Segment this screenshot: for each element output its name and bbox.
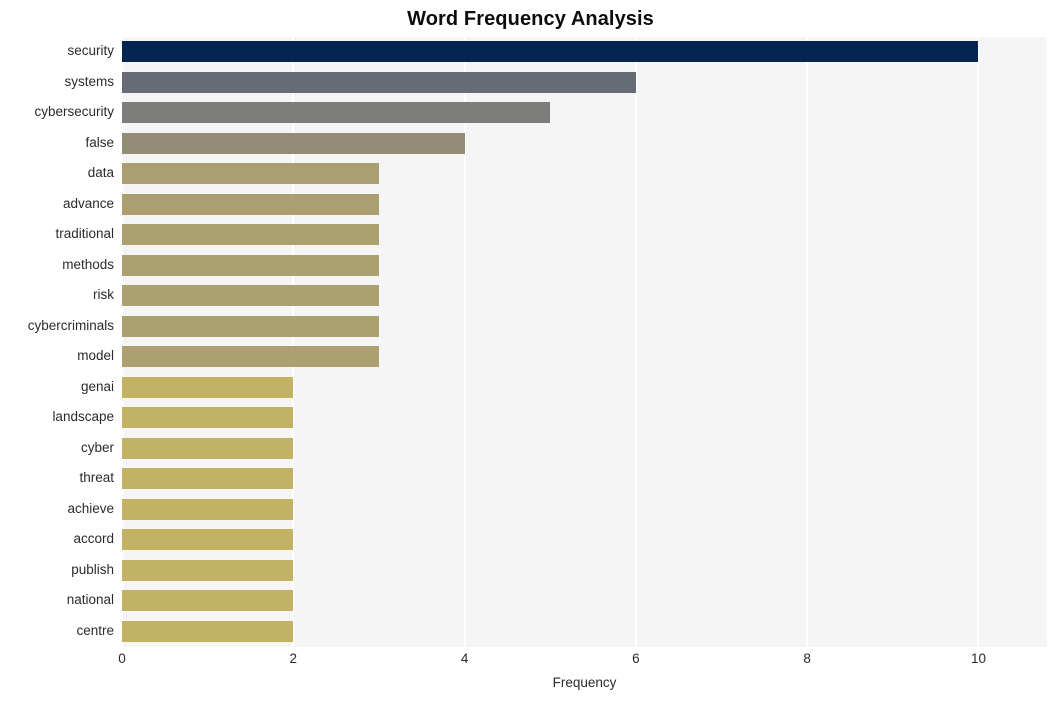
bar[interactable] xyxy=(122,346,379,367)
bar-row[interactable] xyxy=(122,220,1047,249)
y-tick-label: data xyxy=(87,165,114,180)
y-tick-label: model xyxy=(77,348,114,363)
y-tick-label: achieve xyxy=(67,500,114,516)
y-tick-label: centre xyxy=(76,622,114,638)
bar-row[interactable] xyxy=(122,159,1047,188)
bar[interactable] xyxy=(122,71,636,93)
y-tick-label: cyber xyxy=(80,439,114,455)
x-axis-tick-labels: 0 2 4 6 8 10 xyxy=(118,650,1047,670)
bar[interactable] xyxy=(122,285,379,306)
bar-row[interactable] xyxy=(122,495,1047,524)
bar[interactable] xyxy=(122,590,294,611)
bar[interactable] xyxy=(122,559,294,581)
bar-row[interactable] xyxy=(122,586,1047,615)
bar-row[interactable] xyxy=(122,342,1047,371)
y-tick-label: landscape xyxy=(52,409,114,424)
bar[interactable] xyxy=(122,407,294,428)
bar-row[interactable] xyxy=(122,312,1047,341)
x-axis-title: Frequency xyxy=(552,675,617,690)
bar[interactable] xyxy=(122,437,294,459)
bar-row[interactable] xyxy=(122,98,1047,127)
bar[interactable] xyxy=(122,102,551,123)
bar[interactable] xyxy=(122,315,379,337)
y-tick-label: false xyxy=(85,134,114,150)
bars-layer xyxy=(122,37,1047,647)
y-tick-label: genai xyxy=(80,378,114,394)
bar[interactable] xyxy=(122,193,379,215)
bar-row[interactable] xyxy=(122,434,1047,463)
y-tick-label: national xyxy=(66,592,114,607)
y-tick-label: security xyxy=(67,43,114,58)
chart-title: Word Frequency Analysis xyxy=(407,8,654,30)
bar-row[interactable] xyxy=(122,68,1047,97)
bar[interactable] xyxy=(122,254,379,276)
bar[interactable] xyxy=(122,498,294,520)
y-tick-label: threat xyxy=(79,470,114,485)
y-tick-label: cybercriminals xyxy=(27,317,114,333)
bar[interactable] xyxy=(122,132,465,154)
bar[interactable] xyxy=(122,376,294,398)
bar-row[interactable] xyxy=(122,129,1047,158)
y-tick-label: traditional xyxy=(55,226,114,241)
y-tick-label: accord xyxy=(73,531,114,546)
y-tick-label: risk xyxy=(93,287,114,302)
x-tick-label: 2 xyxy=(289,651,298,666)
bar-row[interactable] xyxy=(122,190,1047,219)
x-tick-label: 10 xyxy=(970,651,986,666)
word-frequency-chart: Word Frequency Analysis security systems c… xyxy=(0,0,1061,701)
bar[interactable] xyxy=(122,163,379,184)
bar-row[interactable] xyxy=(122,373,1047,402)
bar[interactable] xyxy=(122,620,294,642)
y-tick-label: methods xyxy=(62,256,114,272)
y-tick-label: publish xyxy=(71,561,114,577)
bar-row[interactable] xyxy=(122,617,1047,646)
x-tick-label: 8 xyxy=(803,651,811,666)
x-tick-label: 4 xyxy=(460,651,469,666)
y-tick-label: advance xyxy=(62,195,114,211)
bar-row[interactable] xyxy=(122,464,1047,493)
bar-row[interactable] xyxy=(122,525,1047,554)
bar[interactable] xyxy=(122,224,379,245)
bar[interactable] xyxy=(122,41,979,62)
bar-row[interactable] xyxy=(122,281,1047,310)
bar[interactable] xyxy=(122,529,294,550)
bar-row[interactable] xyxy=(122,403,1047,432)
x-tick-label: 0 xyxy=(118,651,126,666)
plot-area xyxy=(121,37,1047,647)
bar-row[interactable] xyxy=(122,37,1047,66)
bar[interactable] xyxy=(122,468,294,489)
bar-row[interactable] xyxy=(122,556,1047,585)
y-tick-label: systems xyxy=(64,73,114,89)
x-tick-label: 6 xyxy=(632,651,640,666)
y-axis-tick-labels: security systems cybersecurity false data adv… xyxy=(0,37,114,647)
bar-row[interactable] xyxy=(122,251,1047,280)
y-tick-label: cybersecurity xyxy=(34,104,114,119)
